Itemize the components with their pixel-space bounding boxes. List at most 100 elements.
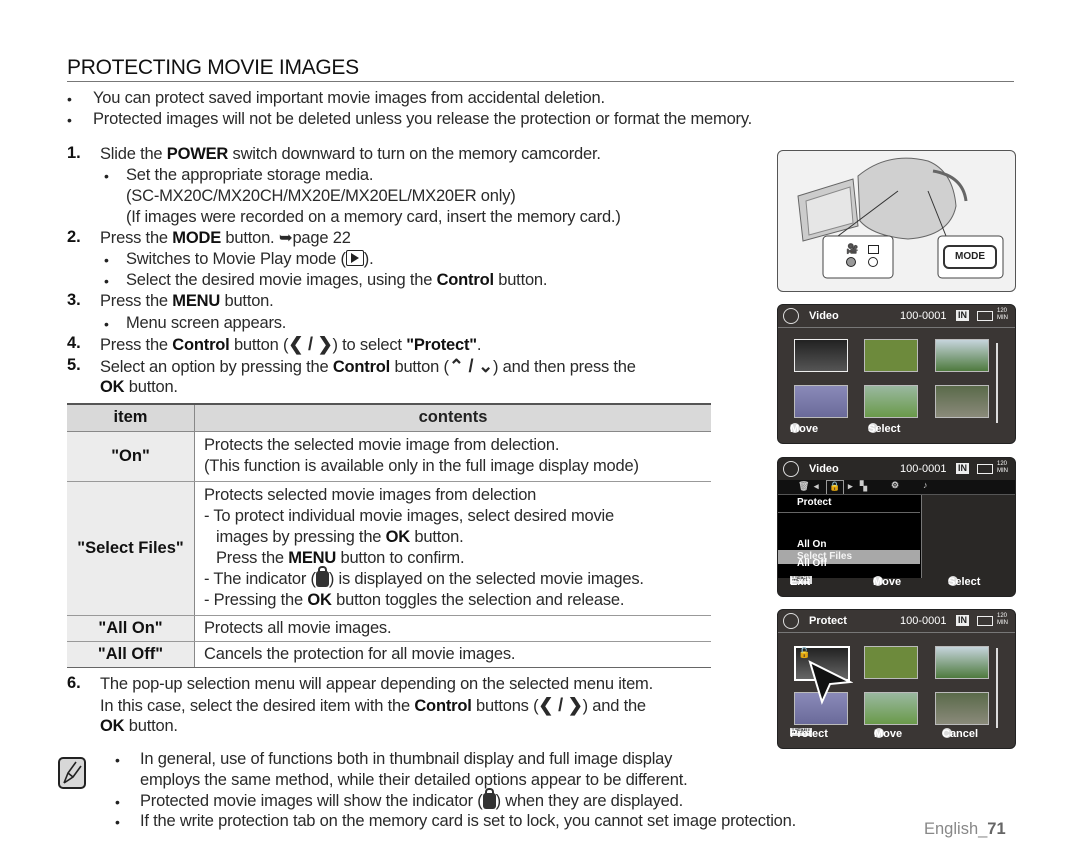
- step-number: 2.: [67, 228, 81, 246]
- screen-title: Protect: [809, 615, 847, 627]
- film-reel-icon: [783, 613, 799, 629]
- screen-title: Video: [809, 463, 839, 475]
- note-2: Protected movie images will show the ind…: [140, 788, 683, 810]
- thumbnail: [794, 385, 848, 418]
- step-2: Press the MODE button. ➥page 22: [100, 229, 351, 247]
- play-mode-icon: [868, 245, 879, 254]
- row-contents: Protects the selected movie image from d…: [194, 431, 711, 482]
- title-divider: [67, 81, 1014, 82]
- film-reel-icon: [783, 461, 799, 477]
- thumbnail: [935, 646, 989, 679]
- thumbnail: [935, 385, 989, 418]
- header-item: item: [67, 404, 195, 431]
- bullet: •: [115, 752, 120, 768]
- note-1-cont: employs the same method, while their det…: [140, 771, 688, 789]
- intro-bullet: Protected images will not be deleted unl…: [93, 110, 753, 128]
- thumbnail: [864, 339, 918, 372]
- movie-camera-icon: 🎥: [846, 244, 859, 255]
- remaining-time: 120 MIN: [997, 308, 1008, 321]
- step-6-cont2: OK button.: [100, 717, 178, 735]
- page-title: PROTECTING MOVIE IMAGES: [67, 56, 359, 79]
- lock-icon: [315, 566, 329, 587]
- delete-icon: 🗑: [798, 481, 810, 491]
- screen-thumbnail-view: Video 100-0001 IN 120 MIN Move Select: [777, 304, 1016, 444]
- step-5: Select an option by pressing the Control…: [100, 356, 636, 376]
- movie-led: [846, 257, 856, 267]
- file-number: 100-0001: [900, 310, 947, 322]
- left-right-chevron-icon: ❮ / ❯: [288, 334, 333, 354]
- menu-tab-bar: 🗑 ◂ 🔒 ▸ ▚ ⚙ ♪: [778, 480, 1015, 495]
- bullet: •: [115, 794, 120, 810]
- storage-icon: IN: [956, 615, 969, 626]
- movie-play-icon: [345, 250, 364, 266]
- battery-icon: [977, 311, 993, 321]
- step-3-sub: Menu screen appears.: [126, 314, 287, 332]
- note-pencil-icon: [58, 757, 86, 789]
- thumbnail: [935, 339, 989, 372]
- step-number: 3.: [67, 291, 81, 309]
- screen-footer: MENU Exit Move Select: [790, 576, 981, 588]
- screen-header: Protect 100-0001 IN 120 MIN: [778, 610, 1015, 633]
- remaining-time: 120 MIN: [997, 613, 1008, 626]
- battery-icon: [977, 616, 993, 626]
- row-item: "Select Files": [67, 481, 195, 616]
- table-header: item contents: [67, 404, 711, 431]
- lock-icon: [482, 788, 496, 809]
- row-item: "All Off": [67, 641, 195, 668]
- thumbnail: [935, 692, 989, 725]
- step-number: 4.: [67, 334, 81, 352]
- bullet: •: [67, 112, 72, 128]
- header-contents: contents: [418, 408, 488, 427]
- step-2-sub2: Select the desired movie images, using t…: [126, 271, 548, 289]
- screen-footer: MENU Protect Move Cancel: [790, 728, 979, 740]
- remaining-time: 120 MIN: [997, 461, 1008, 474]
- pointer-arrow-icon: [808, 660, 853, 705]
- lock-tab-icon: 🔒: [826, 480, 844, 494]
- step-6: The pop-up selection menu will appear de…: [100, 675, 653, 693]
- lock-icon: 🔓: [798, 648, 811, 659]
- row-item: "All On": [67, 615, 195, 642]
- step-2-sub1: Switches to Movie Play mode ().: [126, 250, 374, 268]
- table-row: "Select Files" Protects selected movie i…: [67, 481, 711, 616]
- scrollbar: [996, 343, 998, 423]
- step-6-cont: In this case, select the desired item wi…: [100, 695, 646, 715]
- copy-icon: ▚: [860, 481, 867, 491]
- left-right-chevron-icon: ❮ / ❯: [538, 695, 583, 715]
- file-number: 100-0001: [900, 615, 947, 627]
- table-row: "All On" Protects all movie images.: [67, 615, 711, 642]
- step-number: 6.: [67, 674, 81, 692]
- page-footer: English_71: [924, 820, 1006, 838]
- left-arrow-icon: ◂: [814, 481, 819, 491]
- step-1-sub: Set the appropriate storage media.: [126, 166, 374, 184]
- bullet: •: [104, 316, 109, 332]
- bullet: •: [104, 168, 109, 184]
- screen-menu-view: Video 100-0001 IN 120 MIN 🗑 ◂ 🔒 ▸ ▚ ⚙ ♪ P…: [777, 457, 1016, 597]
- step-1-note: (If images were recorded on a memory car…: [126, 208, 621, 226]
- menu-item-all-off[interactable]: All Off: [797, 558, 827, 569]
- step-1: Slide the POWER switch downward to turn …: [100, 145, 601, 163]
- note-1: In general, use of functions both in thu…: [140, 750, 673, 768]
- file-number: 100-0001: [900, 463, 947, 475]
- row-contents: Protects selected movie images from dele…: [194, 481, 711, 616]
- screen-footer: Move Select: [790, 423, 901, 435]
- play-led: [868, 257, 878, 267]
- scrollbar: [996, 648, 998, 728]
- thumbnail: [864, 692, 918, 725]
- bullet: •: [115, 814, 120, 830]
- bullet: •: [104, 252, 109, 268]
- menu-title: Protect: [797, 497, 832, 508]
- mode-button: MODE: [943, 245, 997, 269]
- film-reel-icon: [783, 308, 799, 324]
- row-contents: Cancels the protection for all movie ima…: [194, 641, 711, 668]
- camcorder-illustration: 🎥 MODE: [777, 150, 1016, 292]
- menu-item-all-on[interactable]: All On: [797, 539, 826, 550]
- thumbnail: [794, 339, 848, 372]
- music-icon: ♪: [923, 480, 928, 490]
- step-4: Press the Control button (❮ / ❯) to sele…: [100, 334, 482, 354]
- battery-icon: [977, 464, 993, 474]
- step-1-models: (SC-MX20C/MX20CH/MX20E/MX20EL/MX20ER onl…: [126, 187, 516, 205]
- bullet: •: [67, 91, 72, 107]
- screen-header: Video 100-0001 IN 120 MIN: [778, 305, 1015, 328]
- row-item: "On": [67, 431, 195, 482]
- screen-title: Video: [809, 310, 839, 322]
